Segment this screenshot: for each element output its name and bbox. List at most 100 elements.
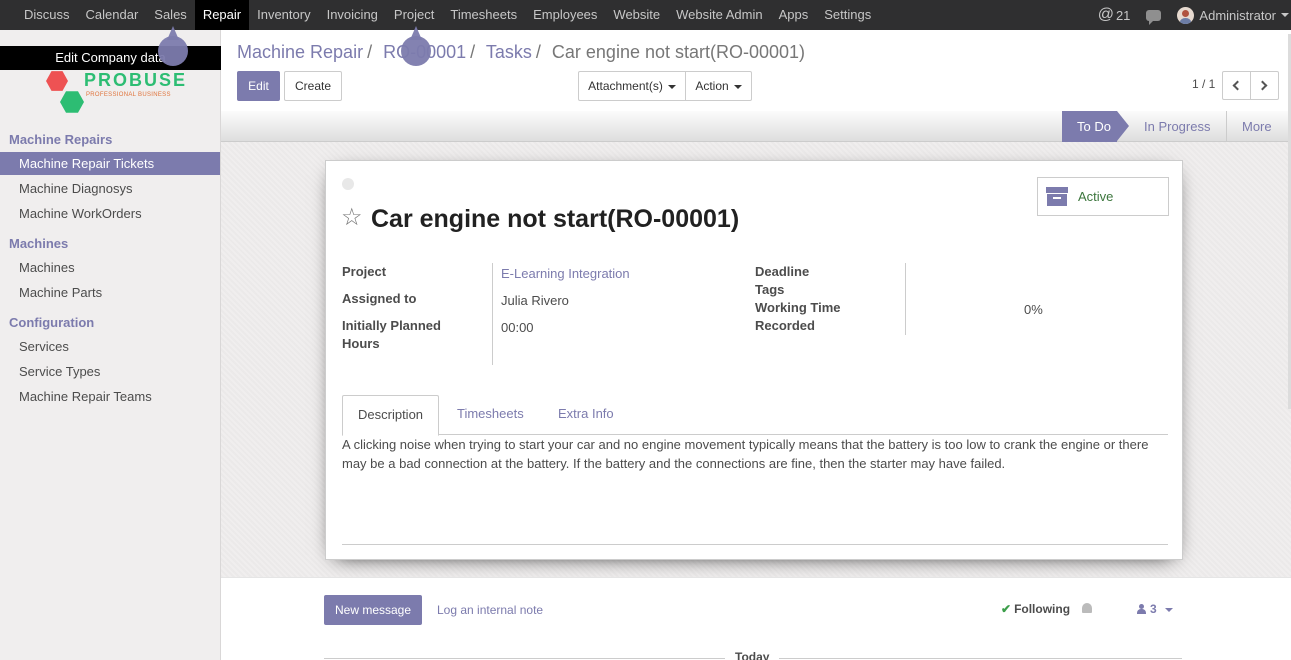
menu-discuss[interactable]: Discuss	[16, 0, 78, 30]
notebook-tabs: Description Timesheets Extra Info	[342, 395, 1168, 436]
menu-inventory[interactable]: Inventory	[249, 0, 318, 30]
description-divider	[342, 544, 1168, 545]
working-time-label-line2: Recorded	[755, 318, 815, 333]
edit-button[interactable]: Edit	[237, 71, 280, 101]
section-machines: Machines	[9, 236, 69, 251]
active-status: Active	[1078, 189, 1114, 204]
menu-timesheets[interactable]: Timesheets	[442, 0, 525, 30]
stage-to-do[interactable]: To Do	[1062, 111, 1129, 142]
breadcrumb-current: Car engine not start(RO-00001)	[551, 42, 806, 62]
tab-description[interactable]: Description	[342, 395, 440, 436]
avatar	[1177, 6, 1195, 24]
log-note-button[interactable]: Log an internal note	[437, 603, 543, 617]
company-logo[interactable]: PROBUSE PROFESSIONAL BUSINESS	[46, 70, 185, 118]
tab-extra-info[interactable]: Extra Info	[543, 395, 629, 435]
breadcrumb-machine-repair[interactable]: Machine Repair	[237, 42, 363, 62]
working-time-label: Working Time Recorded	[755, 299, 840, 335]
systray: @ 21 Administrator	[1098, 0, 1291, 30]
check-icon: ✔	[1001, 602, 1012, 616]
touch-indicator	[158, 26, 188, 66]
followers-button[interactable]: 3	[1137, 602, 1173, 616]
caret-down-icon	[667, 84, 676, 89]
logo-hexagon-icon	[60, 91, 84, 113]
assigned-field[interactable]: Julia Rivero	[501, 293, 569, 308]
user-name: Administrator	[1199, 7, 1276, 23]
archive-icon	[1046, 187, 1068, 206]
mentions-counter[interactable]: @ 21	[1098, 6, 1131, 24]
stage-divider	[1226, 111, 1227, 142]
working-time-value: 0%	[1024, 302, 1043, 317]
menu-calendar[interactable]: Calendar	[78, 0, 147, 30]
sidebar-item-machine-repair-teams[interactable]: Machine Repair Teams	[0, 385, 220, 408]
caret-down-icon	[1281, 13, 1289, 17]
sidebar-item-machine-workorders[interactable]: Machine WorkOrders	[0, 202, 220, 225]
status-bar	[221, 111, 1291, 142]
deadline-label: Deadline	[755, 264, 810, 279]
planned-hours-label: Initially Planned Hours	[342, 317, 441, 353]
planned-hours-field[interactable]: 00:00	[501, 320, 534, 335]
caret-down-icon	[733, 84, 742, 89]
field-divider	[492, 263, 493, 365]
followers-count: 3	[1150, 602, 1157, 616]
planned-hours-label-line2: Hours	[342, 336, 380, 351]
tab-timesheets[interactable]: Timesheets	[442, 395, 539, 435]
sidebar-item-machine-repair-tickets[interactable]: Machine Repair Tickets	[0, 152, 220, 175]
kanban-state-icon[interactable]	[342, 178, 354, 190]
user-icon	[1137, 604, 1146, 614]
at-icon: @	[1097, 6, 1114, 23]
assigned-label: Assigned to	[342, 291, 417, 306]
logo-brand: PROBUSE	[84, 70, 188, 90]
menu-apps[interactable]: Apps	[771, 0, 817, 30]
section-machine-repairs: Machine Repairs	[9, 132, 113, 147]
sidebar-item-machine-diagnosys[interactable]: Machine Diagnosys	[0, 177, 220, 200]
sidebar-item-service-types[interactable]: Service Types	[0, 360, 220, 383]
working-time-label-line1: Working Time	[755, 300, 841, 315]
top-navbar: Discuss Calendar Sales Repair Inventory …	[0, 0, 1291, 30]
sidebar: PROBUSE PROFESSIONAL BUSINESS Edit Compa…	[0, 30, 221, 660]
action-dropdown[interactable]: Action	[685, 71, 752, 101]
breadcrumb: Machine Repair/ RO-00001/ Tasks/ Car eng…	[237, 42, 806, 62]
stage-in-progress[interactable]: In Progress	[1144, 111, 1210, 142]
sidebar-item-machines[interactable]: Machines	[0, 256, 220, 279]
logo-tagline: PROFESSIONAL BUSINESS	[86, 92, 171, 98]
tags-label: Tags	[755, 282, 785, 297]
new-message-button[interactable]: New message	[324, 595, 423, 625]
user-menu[interactable]: Administrator	[1177, 6, 1289, 24]
chevron-right-icon	[1257, 80, 1268, 91]
menu-repair[interactable]: Repair	[194, 0, 250, 30]
menu-website-admin[interactable]: Website Admin	[668, 0, 770, 30]
menu-employees[interactable]: Employees	[525, 0, 605, 30]
project-field[interactable]: E-Learning Integration	[501, 266, 630, 281]
caret-down-icon	[1164, 607, 1173, 612]
following-label: Following	[1014, 602, 1071, 616]
attachments-label: Attachment(s)	[588, 79, 663, 93]
pager-next-button[interactable]	[1250, 71, 1279, 100]
form-sheet: ☆ Car engine not start(RO-00001) Active …	[325, 160, 1183, 560]
logo-hexagon-icon	[46, 71, 68, 91]
section-configuration: Configuration	[9, 315, 95, 330]
field-divider	[905, 263, 906, 335]
menu-settings[interactable]: Settings	[816, 0, 879, 30]
breadcrumb-tasks[interactable]: Tasks	[486, 42, 532, 62]
planned-hours-label-line1: Initially Planned	[342, 318, 441, 333]
date-separator-label: Today	[725, 650, 780, 660]
archive-toggle-button[interactable]: Active	[1037, 177, 1169, 216]
attachments-dropdown[interactable]: Attachment(s)	[578, 71, 686, 101]
description-text[interactable]: A clicking noise when trying to start yo…	[342, 435, 1168, 473]
touch-indicator	[401, 26, 431, 66]
menu-website[interactable]: Website	[605, 0, 668, 30]
mentions-count: 21	[1115, 7, 1131, 23]
sidebar-item-machine-parts[interactable]: Machine Parts	[0, 281, 220, 304]
sidebar-item-services[interactable]: Services	[0, 335, 220, 358]
following-button[interactable]: ✔ Following	[1001, 602, 1070, 616]
menu-invoicing[interactable]: Invoicing	[319, 0, 386, 30]
chatter: New message Log an internal note ✔ Follow…	[221, 577, 1291, 660]
project-label: Project	[342, 264, 387, 279]
star-icon[interactable]: ☆	[341, 203, 363, 232]
stage-more[interactable]: More	[1242, 111, 1272, 142]
pager-value[interactable]: 1 / 1	[1192, 77, 1215, 91]
chat-icon[interactable]	[1146, 9, 1162, 25]
create-button[interactable]: Create	[284, 71, 342, 101]
bell-icon[interactable]	[1082, 603, 1092, 613]
pager-previous-button[interactable]	[1222, 71, 1251, 100]
